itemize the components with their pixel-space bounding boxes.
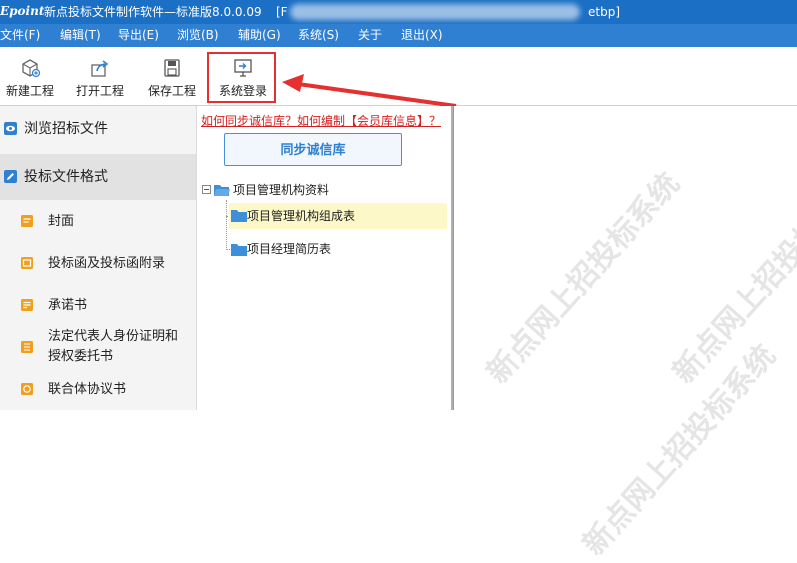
sidebar-item-bid-format[interactable]: 投标文件格式 xyxy=(0,154,196,200)
login-highlight-box xyxy=(207,52,276,103)
bid-format-label: 投标文件格式 xyxy=(24,169,108,185)
title-bar: Epoint 新点投标文件制作软件—标准版8.0.0.09 [F etbp] xyxy=(0,0,797,24)
menu-system[interactable]: 系统(S) xyxy=(298,24,339,47)
title-path-end: etbp] xyxy=(588,5,621,19)
save-project-label: 保存工程 xyxy=(147,84,196,98)
title-path-start: [F xyxy=(276,5,288,19)
tree-root-label: 项目管理机构资料 xyxy=(233,183,330,197)
new-project-button[interactable]: 新建工程 xyxy=(0,47,60,105)
menu-file[interactable]: 文件(F) xyxy=(0,24,40,47)
menu-about[interactable]: 关于 xyxy=(358,24,382,47)
sidebar-item-commitment[interactable]: 承诺书 xyxy=(0,294,196,318)
sidebar: 浏览招标文件 投标文件格式 封面 投标函及投标函附录 承诺书 法定代表人身份证明… xyxy=(0,106,197,410)
watermark-text: 新点网上招投标系统 xyxy=(480,166,687,391)
legal-rep-doc-icon xyxy=(21,341,33,353)
new-project-icon xyxy=(22,59,41,78)
eye-icon xyxy=(4,122,17,135)
menu-assist[interactable]: 辅助(G) xyxy=(238,24,281,47)
sidebar-item-browse-tender[interactable]: 浏览招标文件 xyxy=(0,106,196,152)
consortium-doc-icon xyxy=(21,383,33,395)
save-icon xyxy=(164,59,180,77)
open-project-label: 打开工程 xyxy=(75,84,124,98)
sidebar-item-cover[interactable]: 封面 xyxy=(0,210,196,234)
save-project-button[interactable]: 保存工程 xyxy=(142,47,202,105)
menu-exit[interactable]: 退出(X) xyxy=(401,24,443,47)
sidebar-item-bid-letter[interactable]: 投标函及投标函附录 xyxy=(0,252,196,276)
browse-tender-label: 浏览招标文件 xyxy=(24,121,108,137)
menu-export[interactable]: 导出(E) xyxy=(118,24,159,47)
commitment-doc-icon xyxy=(21,299,33,311)
open-project-icon xyxy=(91,60,109,77)
preview-panel: 新点网上招投标系统 新点网上招投标系统 新点网上招投标系统 xyxy=(453,106,797,562)
menu-edit[interactable]: 编辑(T) xyxy=(60,24,101,47)
tree-connector xyxy=(226,200,227,250)
collapse-toggle-icon[interactable] xyxy=(202,185,211,194)
folder-icon xyxy=(231,210,247,222)
app-logo: Epoint xyxy=(0,4,45,18)
bid-letter-label: 投标函及投标函附录 xyxy=(48,256,166,271)
tree-panel: 如何同步诚信库？如何编制【会员库信息】？ 同步诚信库 项目管理机构资料 项目管理… xyxy=(197,106,451,410)
sidebar-item-consortium[interactable]: 联合体协议书 xyxy=(0,378,196,402)
legal-rep-label-line1: 法定代表人身份证明和 xyxy=(48,329,179,344)
sync-credit-button[interactable]: 同步诚信库 xyxy=(224,133,402,166)
tree-node-selected[interactable]: 项目管理机构组成表 xyxy=(229,203,447,229)
new-project-label: 新建工程 xyxy=(5,84,54,98)
folder-open-icon xyxy=(214,185,230,196)
open-project-button[interactable]: 打开工程 xyxy=(70,47,130,105)
sidebar-item-legal-rep[interactable]: 法定代表人身份证明和 授权委托书 xyxy=(0,326,196,370)
letter-doc-icon xyxy=(21,257,33,269)
help-links[interactable]: 如何同步诚信库？如何编制【会员库信息】？ xyxy=(201,112,441,129)
cover-label: 封面 xyxy=(48,214,75,229)
menu-browse[interactable]: 浏览(B) xyxy=(177,24,219,47)
legal-rep-label-line2: 授权委托书 xyxy=(48,349,114,364)
tree-node-child[interactable]: 项目经理简历表 xyxy=(229,236,429,262)
pencil-icon xyxy=(4,170,17,183)
menu-bar: 文件(F) 编辑(T) 导出(E) 浏览(B) 辅助(G) 系统(S) 关于 退… xyxy=(0,24,797,47)
tree-child-label: 项目经理简历表 xyxy=(247,242,332,256)
commitment-label: 承诺书 xyxy=(48,298,88,313)
tree-child-label: 项目管理机构组成表 xyxy=(247,209,356,223)
folder-icon xyxy=(231,244,247,256)
blurred-path xyxy=(290,4,580,20)
annotation-arrow-icon xyxy=(282,74,457,108)
window-title: 新点投标文件制作软件—标准版8.0.0.09 xyxy=(44,5,262,19)
cover-doc-icon xyxy=(21,215,33,227)
consortium-label: 联合体协议书 xyxy=(48,382,127,397)
